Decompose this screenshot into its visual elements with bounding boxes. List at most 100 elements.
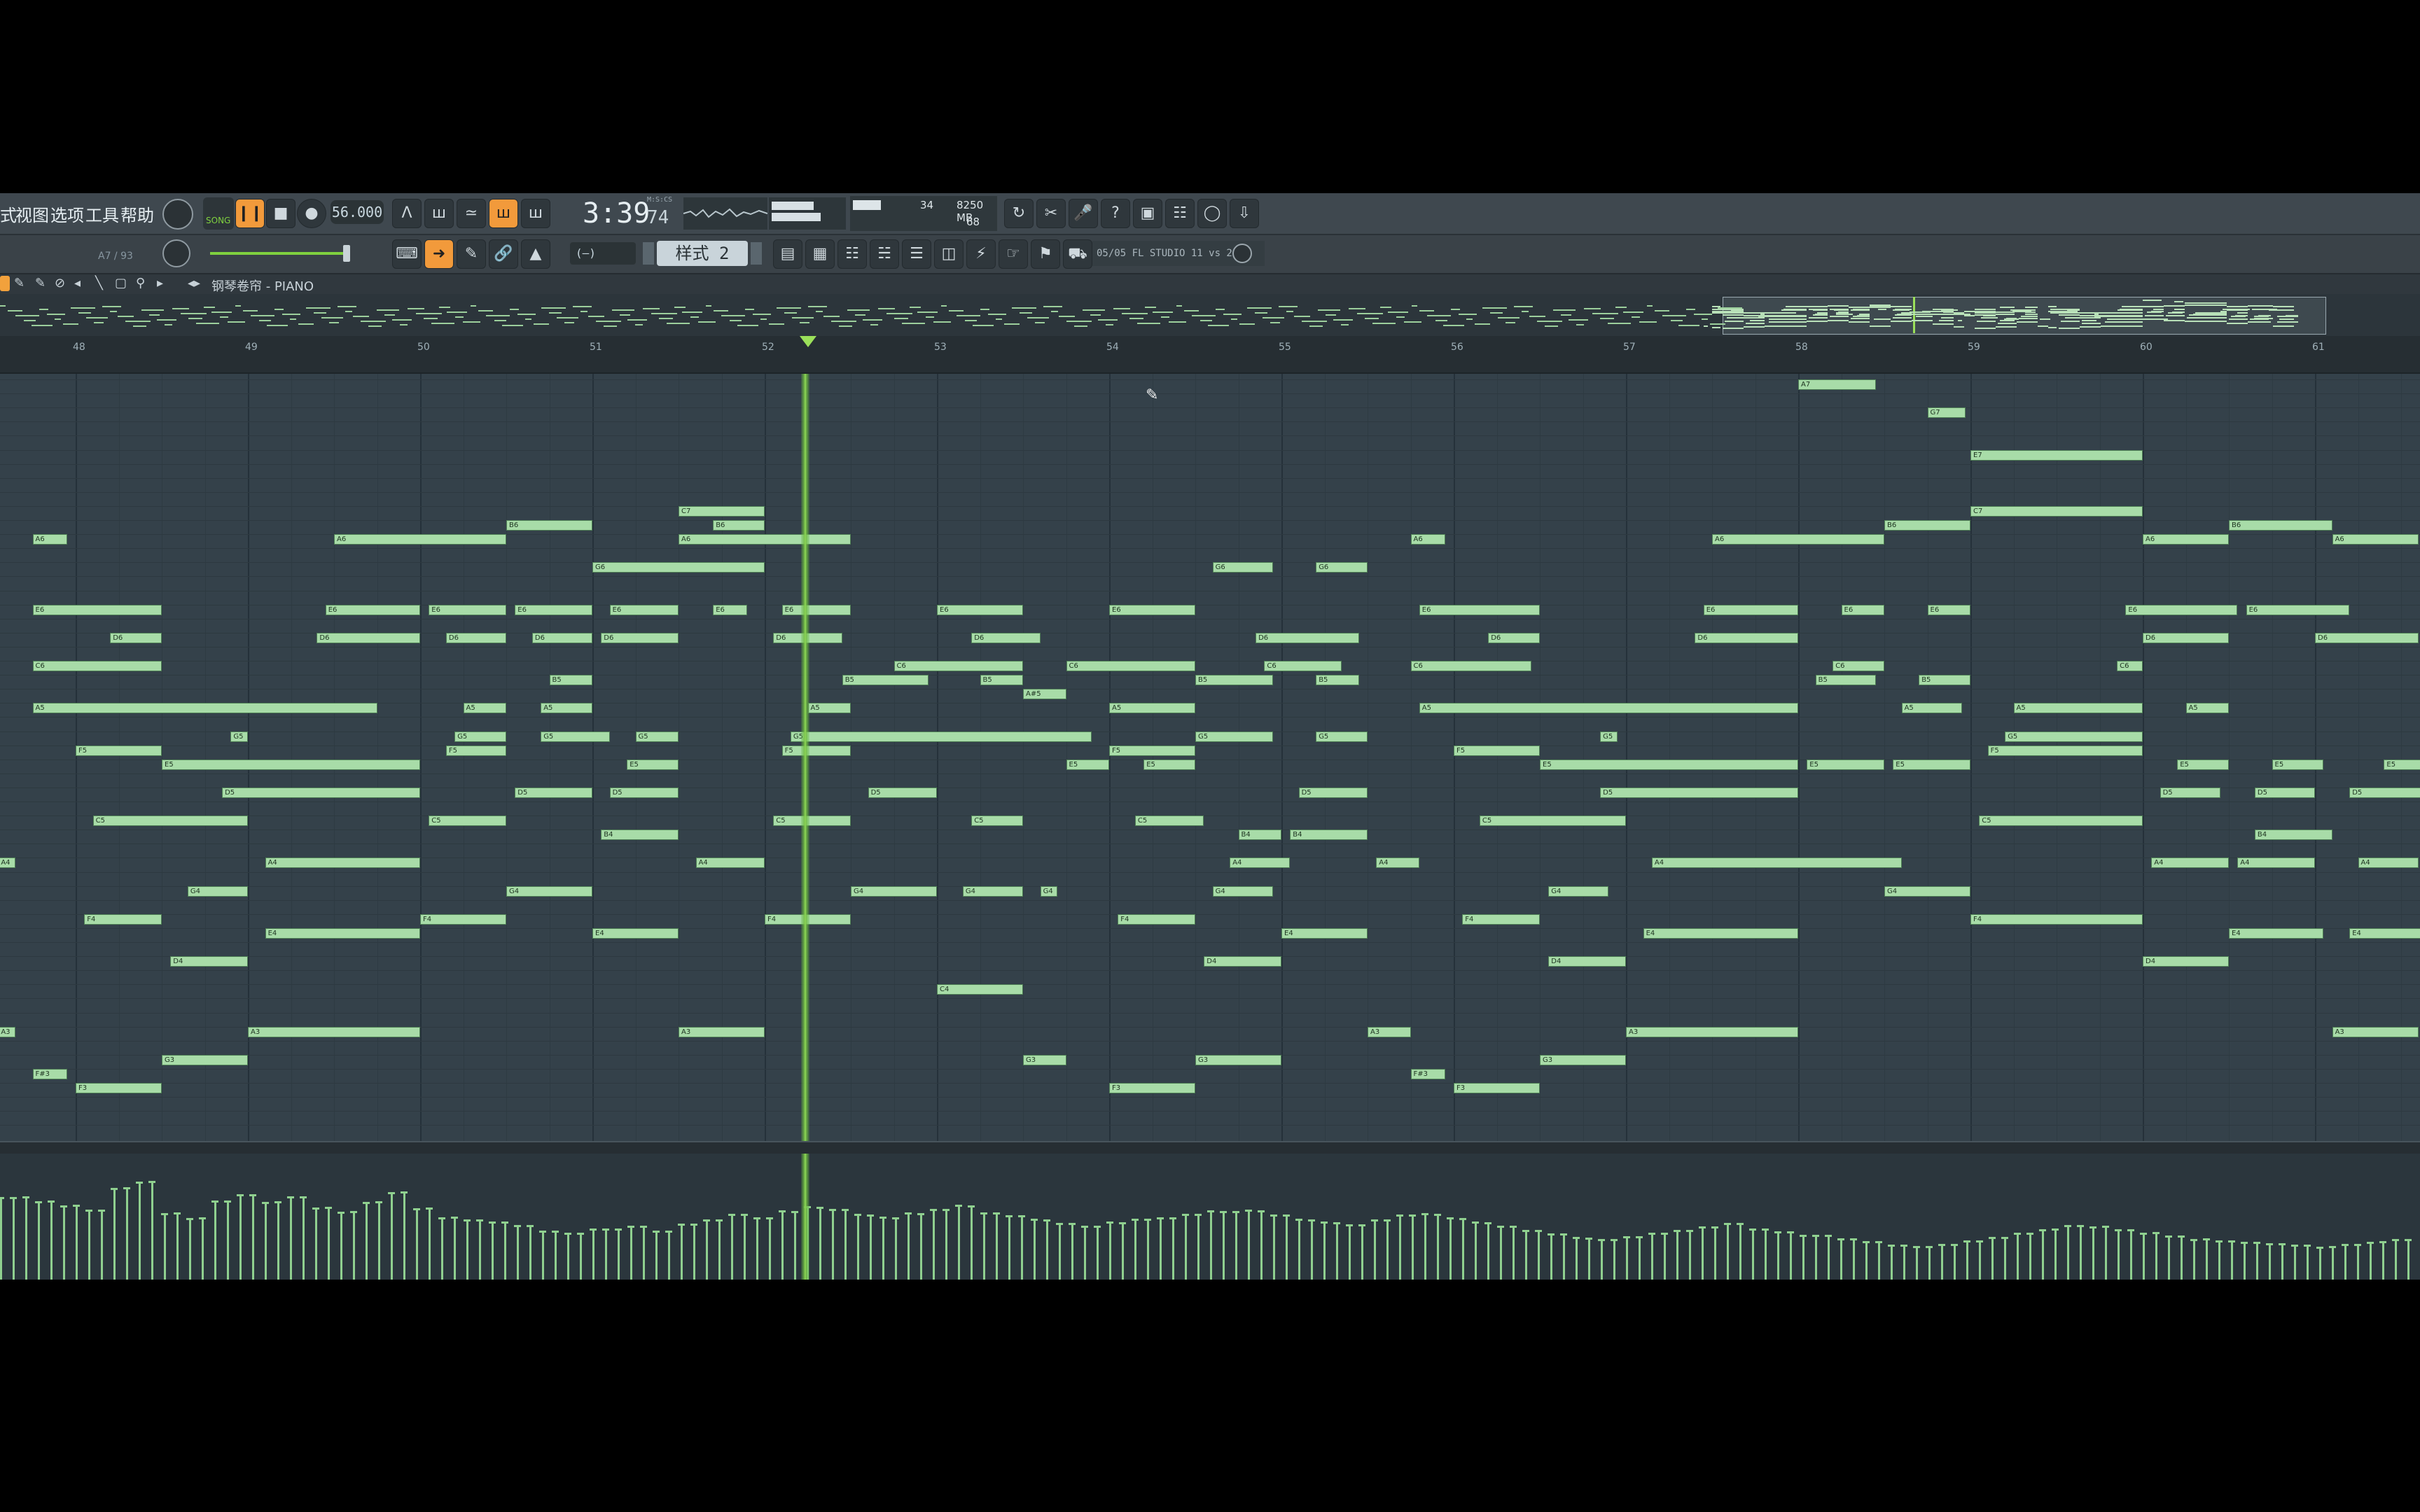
velocity-bar[interactable]: [867, 1214, 874, 1280]
velocity-bar[interactable]: [1358, 1224, 1365, 1280]
note[interactable]: A6: [1712, 534, 1884, 545]
velocity-bar[interactable]: [1396, 1214, 1403, 1280]
note[interactable]: G4: [851, 886, 937, 897]
velocity-bar[interactable]: [1837, 1238, 1844, 1280]
velocity-bar[interactable]: [174, 1212, 181, 1280]
zoom-tool-icon[interactable]: ⚲: [136, 276, 145, 290]
note[interactable]: E6: [1109, 604, 1195, 615]
note[interactable]: B4: [2254, 830, 2332, 841]
velocity-bar[interactable]: [829, 1209, 836, 1280]
velocity-bar[interactable]: [363, 1201, 370, 1280]
note[interactable]: E6: [713, 604, 748, 615]
velocity-bar[interactable]: [249, 1194, 256, 1280]
playlist-icon[interactable]: ▤: [773, 239, 802, 269]
velocity-bar[interactable]: [2241, 1241, 2248, 1280]
velocity-bar[interactable]: [1926, 1245, 1933, 1280]
velocity-bar[interactable]: [980, 1212, 987, 1280]
slider-handle[interactable]: [343, 245, 350, 262]
velocity-bar[interactable]: [1094, 1226, 1101, 1280]
note[interactable]: A5: [32, 703, 377, 714]
velocity-bar[interactable]: [854, 1214, 861, 1280]
velocity-bar[interactable]: [312, 1207, 319, 1280]
note[interactable]: B4: [1290, 830, 1368, 841]
velocity-bar[interactable]: [1686, 1229, 1693, 1280]
note[interactable]: D6: [2315, 632, 2419, 643]
record-button[interactable]: ●: [297, 199, 326, 228]
note[interactable]: G6: [1316, 562, 1368, 573]
velocity-bar[interactable]: [905, 1212, 912, 1280]
velocity-bar[interactable]: [527, 1224, 534, 1280]
note[interactable]: E4: [1281, 927, 1368, 939]
note[interactable]: C5: [429, 816, 506, 827]
velocity-bar[interactable]: [1270, 1214, 1277, 1280]
note[interactable]: A6: [2332, 534, 2419, 545]
pattern-selector[interactable]: 样式 2: [657, 241, 748, 266]
velocity-bar[interactable]: [716, 1219, 723, 1280]
select-tool-icon[interactable]: ▢: [115, 276, 127, 290]
velocity-bar[interactable]: [22, 1196, 29, 1280]
globe-icon[interactable]: [1232, 244, 1252, 263]
channel-rack-icon[interactable]: ▦: [805, 239, 835, 269]
note[interactable]: F4: [84, 913, 162, 925]
note[interactable]: B5: [549, 675, 592, 686]
velocity-bar[interactable]: [2253, 1241, 2260, 1280]
note[interactable]: A4: [2358, 858, 2419, 869]
velocity-bar[interactable]: [274, 1201, 281, 1280]
velocity-bar[interactable]: [1850, 1238, 1857, 1280]
note[interactable]: F5: [1987, 745, 2143, 756]
velocity-bar[interactable]: [1674, 1229, 1681, 1280]
note[interactable]: G3: [162, 1054, 248, 1065]
note[interactable]: E5: [1540, 759, 1798, 770]
velocity-bar[interactable]: [2266, 1243, 2273, 1280]
velocity-bar[interactable]: [1018, 1215, 1025, 1280]
velocity-bar[interactable]: [1800, 1235, 1807, 1280]
velocity-bar[interactable]: [438, 1217, 445, 1280]
note[interactable]: B5: [980, 675, 1023, 686]
velocity-bar[interactable]: [1421, 1213, 1428, 1280]
velocity-bar[interactable]: [552, 1231, 559, 1280]
note[interactable]: D6: [110, 632, 162, 643]
note[interactable]: D5: [1298, 787, 1368, 798]
note[interactable]: F#3: [1410, 1068, 1445, 1079]
velocity-bar[interactable]: [1245, 1210, 1252, 1280]
velocity-bar[interactable]: [1724, 1223, 1731, 1280]
browser-icon[interactable]: ☰: [902, 239, 931, 269]
velocity-bar[interactable]: [1409, 1214, 1416, 1280]
cut-icon[interactable]: ✂: [1036, 199, 1066, 228]
velocity-bar[interactable]: [2405, 1238, 2412, 1280]
velocity-bar[interactable]: [1611, 1239, 1618, 1280]
velocity-bar[interactable]: [1913, 1246, 1920, 1280]
playback-tool-icon[interactable]: ▸: [157, 276, 163, 290]
shop-icon[interactable]: ⛟: [1063, 239, 1092, 269]
velocity-bar[interactable]: [199, 1217, 206, 1280]
pattern-prev-button[interactable]: [643, 242, 654, 265]
note[interactable]: D5: [2254, 787, 2315, 798]
velocity-bar[interactable]: [350, 1211, 357, 1280]
velocity-bar[interactable]: [388, 1191, 395, 1280]
note[interactable]: A4: [2237, 858, 2315, 869]
event-editor-divider[interactable]: [0, 1141, 2420, 1155]
playhead-marker[interactable]: [800, 336, 816, 347]
velocity-bar[interactable]: [602, 1228, 609, 1280]
velocity-bar[interactable]: [262, 1201, 269, 1280]
velocity-bar[interactable]: [2178, 1235, 2185, 1280]
note[interactable]: A5: [2185, 703, 2229, 714]
velocity-bar[interactable]: [2127, 1228, 2134, 1280]
velocity-bar[interactable]: [1333, 1222, 1340, 1280]
note[interactable]: E6: [2246, 604, 2350, 615]
velocity-bar[interactable]: [842, 1209, 849, 1280]
velocity-bar[interactable]: [1144, 1219, 1151, 1280]
note[interactable]: D5: [2160, 787, 2220, 798]
velocity-bar[interactable]: [85, 1210, 92, 1280]
velocity-bar[interactable]: [539, 1231, 546, 1280]
velocity-bar[interactable]: [1989, 1236, 1996, 1280]
velocity-bar[interactable]: [1749, 1228, 1756, 1280]
velocity-bar[interactable]: [640, 1226, 647, 1280]
velocity-bar[interactable]: [0, 1197, 4, 1280]
menu-item-pattern[interactable]: 式: [0, 202, 17, 226]
note[interactable]: F#3: [32, 1068, 67, 1079]
velocity-bar[interactable]: [1447, 1217, 1454, 1280]
scroll-arrows-icon[interactable]: ◂▸: [188, 276, 200, 290]
wait-input-icon[interactable]: ш: [424, 199, 454, 228]
velocity-bar[interactable]: [2190, 1238, 2197, 1280]
